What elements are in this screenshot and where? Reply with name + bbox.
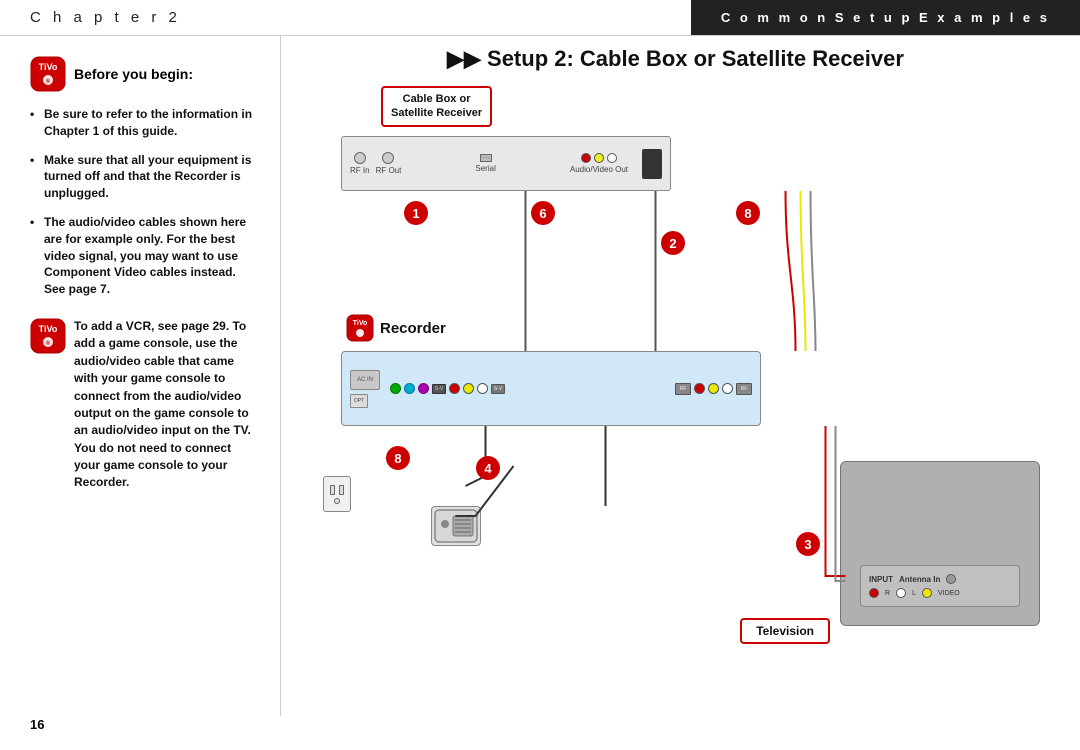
svg-text:®: ®	[46, 340, 51, 347]
av-out-ports: Audio/Video Out	[570, 153, 628, 174]
rf-in-label: RF In	[350, 166, 370, 175]
before-begin-section: TiVo ® Before you begin:	[30, 56, 260, 92]
cable-box-device: RF In RF Out ···· Serial	[341, 136, 671, 191]
television-device: INPUT Antenna In R L VIDEO	[840, 461, 1040, 626]
rca-output-yellow	[708, 383, 719, 394]
vcr-note-section: TiVo ® To add a VCR, see page 29. To add…	[30, 318, 260, 492]
outlet-slot-right	[339, 485, 344, 495]
rca-output-white	[722, 383, 733, 394]
step-3-number: 3	[804, 537, 811, 552]
outlet-slots	[330, 485, 344, 495]
title-text: Setup 2: Cable Box or Satellite Receiver	[487, 46, 904, 71]
step-4-badge: 4	[476, 456, 500, 480]
rca-yellow	[594, 153, 604, 163]
rca-white-in	[477, 383, 488, 394]
step-2-badge: 2	[661, 231, 685, 255]
recorder-tivo-icon: TiVo	[346, 314, 374, 342]
step-6-badge: 6	[531, 201, 555, 225]
tv-input-label: INPUT	[869, 575, 893, 584]
recorder-text: Recorder	[380, 320, 446, 337]
step-8b-number: 8	[394, 451, 401, 466]
rca-purple-port	[418, 383, 429, 394]
recorder-label-section: TiVo Recorder	[346, 314, 446, 342]
tv-antenna-port	[946, 574, 956, 584]
av-out-label: Audio/Video Out	[570, 165, 628, 174]
svg-text:TiVo: TiVo	[353, 320, 368, 327]
step-8a-badge: 8	[736, 201, 760, 225]
tv-l-label: L	[912, 590, 916, 597]
cable-box-ports: RF In RF Out ···· Serial	[342, 137, 670, 190]
television-label-text: Television	[756, 624, 814, 638]
main-content: TiVo ® Before you begin: Be sure to refe…	[0, 36, 1080, 750]
tv-l-port	[896, 588, 906, 598]
step-6-number: 6	[539, 206, 546, 221]
svg-text:TiVo: TiVo	[39, 324, 58, 334]
rca-white	[607, 153, 617, 163]
tv-video-port	[922, 588, 932, 598]
svg-text:®: ®	[46, 78, 51, 85]
television-label: Television	[740, 618, 830, 644]
rf-out-circle	[382, 152, 394, 164]
title-arrows: ▶▶	[447, 46, 481, 71]
tv-r-port	[869, 588, 879, 598]
left-column: TiVo ® Before you begin: Be sure to refe…	[0, 36, 280, 750]
before-begin-title: Before you begin:	[74, 66, 193, 82]
rca-blue-port	[404, 383, 415, 394]
chapter-label: C h a p t e r 2	[0, 9, 691, 26]
outlet-slot-left	[330, 485, 335, 495]
rca-green-port	[390, 383, 401, 394]
svg-text:TiVo: TiVo	[39, 62, 58, 72]
rca-red	[581, 153, 591, 163]
step-8b-badge: 8	[386, 446, 410, 470]
rf-out-port: RF Out	[376, 152, 402, 175]
cable-box-label-line1: Cable Box or	[403, 93, 471, 105]
rf-in-port: RF In	[350, 152, 370, 175]
step-1-badge: 1	[404, 201, 428, 225]
page-number: 16	[30, 717, 44, 732]
rca-yellow-in	[463, 383, 474, 394]
step-4-number: 4	[484, 461, 491, 476]
ir-device-icon	[433, 508, 479, 544]
page-header: C h a p t e r 2 C o m m o n S e t u p E …	[0, 0, 1080, 36]
vcr-note-text: To add a VCR, see page 29. To add a game…	[74, 318, 260, 492]
ir-blaster-device	[431, 506, 481, 546]
setup-diagram: Cable Box or Satellite Receiver RF In RF…	[291, 86, 1060, 666]
instruction-list: Be sure to refer to the information in C…	[30, 106, 260, 298]
list-item: Be sure to refer to the information in C…	[30, 106, 260, 140]
list-item: Make sure that all your equipment is tur…	[30, 152, 260, 202]
tivo-logo-icon: TiVo ®	[30, 56, 66, 92]
serial-port: ···· Serial	[475, 154, 495, 173]
step-3-badge: 3	[796, 532, 820, 556]
serial-dots: ····	[480, 154, 492, 162]
rca-plugs	[581, 153, 617, 163]
rca-output-red	[694, 383, 705, 394]
page-title: ▶▶ Setup 2: Cable Box or Satellite Recei…	[291, 46, 1060, 72]
tv-antenna-label: Antenna In	[899, 575, 940, 584]
rf-in-circle	[354, 152, 366, 164]
cable-box-label: Cable Box or Satellite Receiver	[381, 86, 492, 127]
right-column: ▶▶ Setup 2: Cable Box or Satellite Recei…	[281, 36, 1080, 750]
tv-video-label: VIDEO	[938, 590, 960, 597]
tivo-logo-small-icon: TiVo ®	[30, 318, 66, 354]
step-8a-number: 8	[744, 206, 751, 221]
section-label: C o m m o n S e t u p E x a m p l e s	[691, 0, 1080, 35]
rf-out-label: RF Out	[376, 166, 402, 175]
serial-label: Serial	[475, 164, 495, 173]
step-1-number: 1	[412, 206, 419, 221]
cable-box-label-line2: Satellite Receiver	[391, 107, 482, 119]
step-2-number: 2	[669, 236, 676, 251]
recorder-device: AC IN OPT S-V S-V RF	[341, 351, 761, 426]
outlet-ground	[334, 498, 340, 504]
list-item: The audio/video cables shown here are fo…	[30, 214, 260, 298]
power-connector	[642, 149, 662, 179]
rca-red-in	[449, 383, 460, 394]
tv-r-label: R	[885, 590, 890, 597]
wall-outlet	[323, 476, 351, 512]
